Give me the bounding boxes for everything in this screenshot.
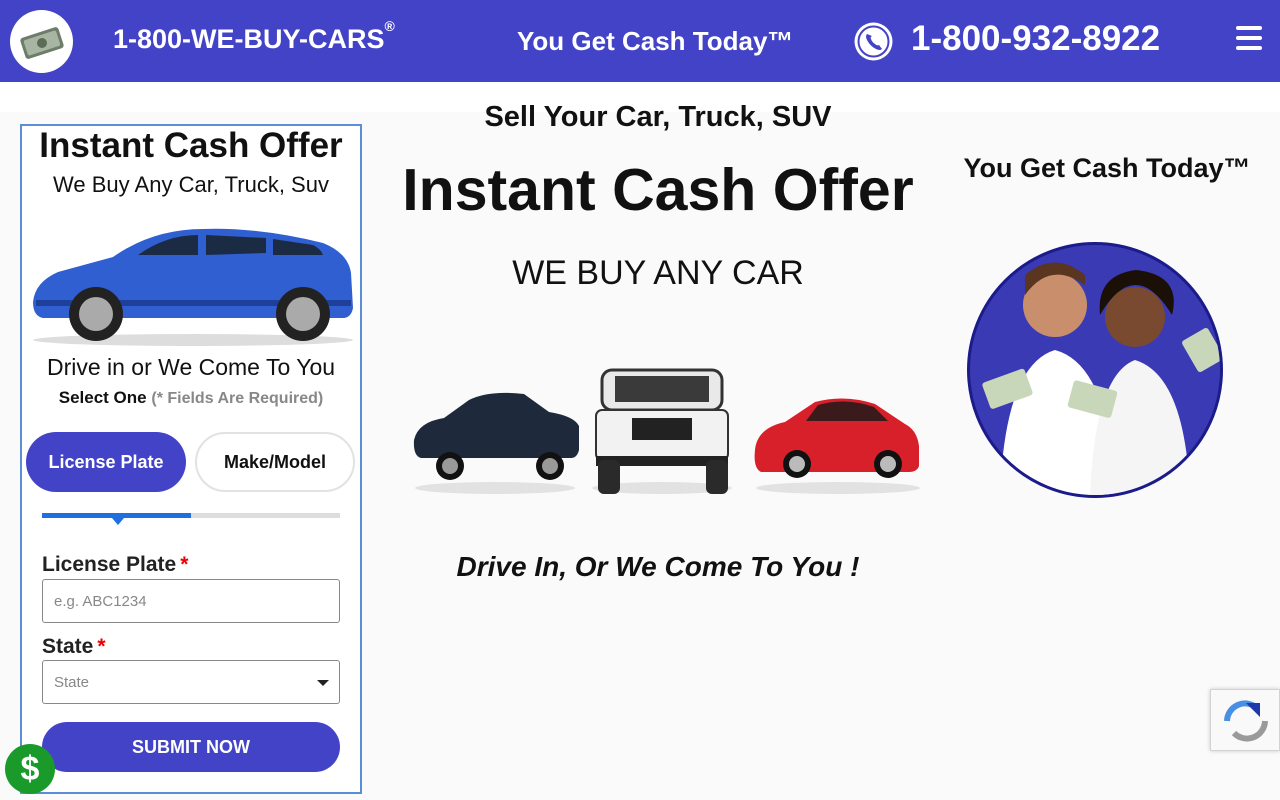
license-plate-input[interactable] (42, 579, 340, 623)
submit-button[interactable]: SUBMIT NOW (42, 722, 340, 772)
registered-mark: ® (384, 18, 395, 34)
drive-in-tagline: Drive In, Or We Come To You ! (456, 551, 860, 582)
we-buy-any-car-text: WE BUY ANY CAR (512, 254, 804, 292)
license-plate-label: License Plate * (42, 553, 188, 577)
happy-customers-image (967, 242, 1223, 498)
state-label-text: State (42, 635, 94, 658)
select-one-label: Select One (58, 388, 147, 407)
state-select-value: State (54, 673, 90, 691)
tab-make-model[interactable]: Make/Model (195, 432, 355, 492)
phone-number[interactable]: 1-800-932-8922 (911, 19, 1160, 59)
cash-offer-form: Instant Cash Offer We Buy Any Car, Truck… (20, 124, 362, 794)
blue-suv-image (28, 222, 358, 347)
state-select[interactable]: State (42, 660, 340, 704)
required-star: * (180, 553, 189, 576)
recaptcha-icon[interactable] (1210, 689, 1280, 751)
dollar-icon[interactable]: $ (5, 744, 55, 794)
vehicles-image (410, 360, 930, 496)
instant-offer-headline: Instant Cash Offer (402, 157, 914, 223)
license-plate-label-text: License Plate (42, 553, 177, 576)
money-logo-icon[interactable] (10, 10, 73, 73)
sell-headline: Sell Your Car, Truck, SUV (484, 101, 832, 133)
form-subtitle: We Buy Any Car, Truck, Suv (53, 172, 329, 197)
required-star: * (97, 635, 106, 658)
chevron-down-icon (317, 680, 329, 686)
state-label: State * (42, 635, 106, 659)
header-tagline: You Get Cash Today™ (517, 26, 794, 56)
progress-notch (112, 518, 124, 525)
tab-license-plate[interactable]: License Plate (26, 432, 186, 492)
cash-today-heading: You Get Cash Today™ (963, 153, 1251, 183)
hamburger-menu-icon[interactable] (1236, 26, 1262, 50)
phone-icon[interactable] (853, 21, 894, 62)
drive-in-text: Drive in or We Come To You (46, 354, 336, 380)
select-one-line: Select One (* Fields Are Required) (22, 388, 360, 408)
brand-name[interactable]: 1-800-WE-BUY-CARS® (113, 18, 395, 55)
top-header: 1-800-WE-BUY-CARS® You Get Cash Today™ 1… (0, 0, 1280, 82)
form-title: Instant Cash Offer (39, 126, 343, 165)
required-note: (* Fields Are Required) (151, 390, 324, 407)
brand-text: 1-800-WE-BUY-CARS (113, 24, 385, 54)
form-progress-bar (42, 513, 340, 525)
